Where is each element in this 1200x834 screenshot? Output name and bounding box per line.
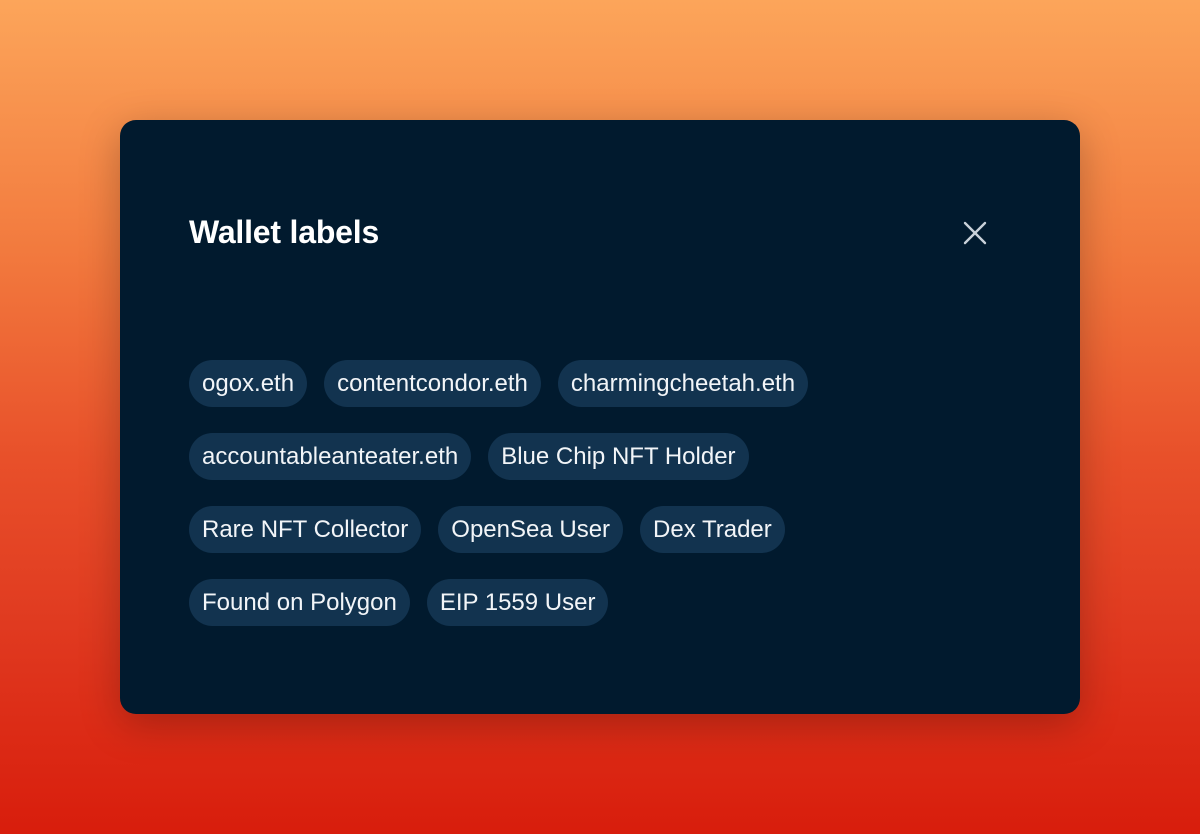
modal-title: Wallet labels bbox=[189, 214, 380, 250]
close-button[interactable] bbox=[954, 212, 996, 254]
label-chip[interactable]: accountableanteater.eth bbox=[189, 433, 472, 480]
label-chip[interactable]: charmingcheetah.eth bbox=[557, 360, 809, 407]
close-icon bbox=[963, 221, 987, 245]
label-chip[interactable]: Found on Polygon bbox=[189, 579, 410, 626]
label-chip[interactable]: Blue Chip NFT Holder bbox=[488, 433, 749, 480]
wallet-labels-modal: Wallet labels ogox.eth contentcondor.eth… bbox=[120, 120, 1080, 714]
label-chip[interactable]: Dex Trader bbox=[640, 506, 785, 553]
label-chip[interactable]: OpenSea User bbox=[438, 506, 624, 553]
label-chip[interactable]: EIP 1559 User bbox=[426, 579, 609, 626]
label-chip[interactable]: ogox.eth bbox=[189, 360, 308, 407]
label-chip[interactable]: contentcondor.eth bbox=[324, 360, 541, 407]
label-chip[interactable]: Rare NFT Collector bbox=[189, 506, 422, 553]
label-chip-list: ogox.eth contentcondor.eth charmingcheet… bbox=[189, 360, 969, 626]
